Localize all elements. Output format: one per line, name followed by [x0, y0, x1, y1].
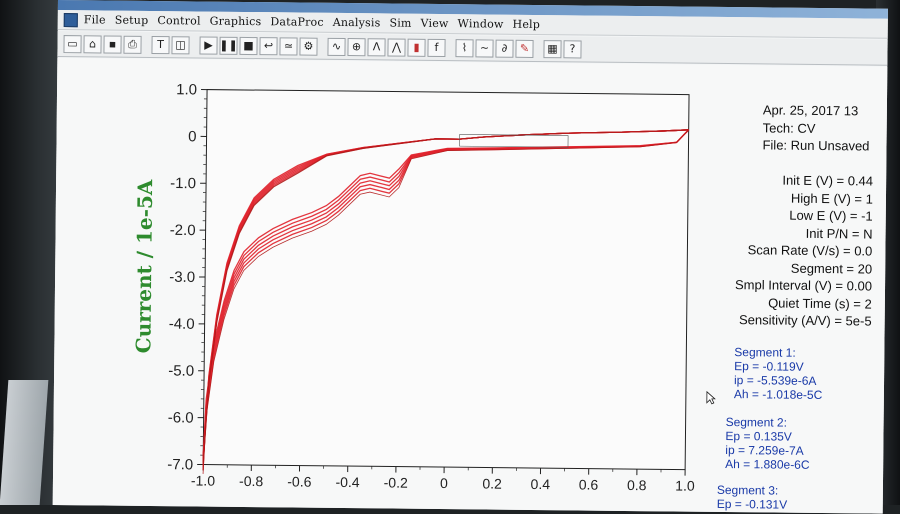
x-tick-label: -1.0 [191, 472, 216, 488]
menu-dataproc[interactable]: DataProc [270, 15, 324, 29]
parameter-list: Init E (V) = 0.44 High E (V) = 1 Low E (… [735, 171, 874, 330]
segment-ah: Ah = -1.018e-5C [734, 387, 823, 402]
y-tick-label: -1.0 [170, 175, 196, 192]
run-icon[interactable]: ▶ [199, 36, 217, 54]
param-init-e: Init E (V) = 0.44 [736, 171, 873, 190]
bezel-reflection [0, 380, 48, 505]
frame-icon[interactable]: ◫ [171, 36, 189, 54]
wave-icon[interactable]: ∼ [475, 39, 493, 57]
x-tick-label: 0.8 [627, 477, 647, 493]
grid-icon[interactable]: ▦ [543, 40, 561, 58]
save-icon[interactable]: ▪ [103, 35, 121, 53]
segment-1-results: Segment 1: Ep = -0.119V ip = -5.539e-6A … [734, 345, 823, 402]
y-tick-label: -3.0 [169, 269, 195, 286]
bar-chart-icon[interactable]: ▮ [407, 38, 425, 56]
x-tick-label: -0.8 [239, 473, 264, 489]
x-tick-label: 0.6 [579, 476, 599, 492]
run-technique: Tech: CV [763, 119, 870, 138]
graph-icon[interactable]: ∿ [327, 37, 345, 55]
segment-ip: ip = 7.259e-7A [725, 443, 810, 458]
mouse-cursor-icon [706, 391, 716, 405]
y-tick-label: 1.0 [176, 81, 197, 98]
cv-chart: 1.00-1.0-2.0-3.0-4.0-5.0-6.0-7.0-1.0-0.8… [53, 58, 758, 512]
stop-icon[interactable]: ■ [239, 36, 257, 54]
run-file: File: Run Unsaved [762, 136, 869, 155]
x-tick-label: 1.0 [675, 477, 695, 493]
segment-ep: Ep = -0.131V [717, 497, 788, 512]
y-tick-label: 0 [188, 128, 197, 145]
x-tick-label: -0.6 [287, 473, 312, 489]
zoom-icon[interactable]: ⊕ [347, 38, 365, 56]
param-high-e: High E (V) = 1 [736, 189, 873, 208]
pause-icon[interactable]: ❚❚ [219, 36, 237, 54]
segment-title: Segment 1: [734, 345, 823, 360]
plot-area: 1.00-1.0-2.0-3.0-4.0-5.0-6.0-7.0-1.0-0.8… [53, 58, 888, 514]
param-scan-rate: Scan Rate (V/s) = 0.0 [735, 241, 872, 260]
x-tick-label: -0.2 [384, 474, 409, 490]
menu-window[interactable]: Window [458, 17, 504, 30]
segment-3-results: Segment 3: Ep = -0.131V [717, 483, 788, 512]
text-icon[interactable]: T [151, 35, 169, 53]
pen-icon[interactable]: ✎ [515, 39, 533, 57]
y-axis-label: Current / 1e-5A [131, 179, 157, 353]
param-segment: Segment = 20 [735, 259, 872, 278]
x-tick-label: 0 [440, 475, 448, 491]
menu-graphics[interactable]: Graphics [210, 15, 262, 29]
new-file-icon[interactable]: ▭ [63, 35, 81, 53]
y-tick-label: -7.0 [167, 456, 193, 473]
menu-analysis[interactable]: Analysis [333, 16, 381, 29]
x-tick-label: 0.4 [531, 476, 551, 492]
segment-ep: Ep = -0.119V [734, 359, 823, 374]
segment-title: Segment 3: [717, 483, 788, 498]
menu-help[interactable]: Help [513, 18, 541, 31]
segment-ip: ip = -5.539e-6A [734, 373, 823, 388]
param-sample-interval: Smpl Interval (V) = 0.00 [735, 276, 872, 295]
reverse-icon[interactable]: ↩ [259, 37, 277, 55]
app-window: File Setup Control Graphics DataProc Ana… [53, 0, 888, 514]
menu-control[interactable]: Control [157, 14, 200, 27]
y-tick-label: -5.0 [168, 362, 194, 379]
menu-file[interactable]: File [84, 13, 106, 26]
app-icon[interactable] [64, 13, 78, 27]
open-file-icon[interactable]: ⌂ [83, 35, 101, 53]
param-low-e: Low E (V) = -1 [736, 206, 873, 225]
settings-icon[interactable]: ⚙ [299, 37, 317, 55]
menu-setup[interactable]: Setup [115, 14, 149, 27]
segment-ah: Ah = 1.880e-6C [725, 457, 810, 472]
y-tick-label: -4.0 [169, 316, 195, 333]
run-header: Apr. 25, 2017 13 Tech: CV File: Run Unsa… [762, 101, 869, 155]
param-sensitivity: Sensitivity (A/V) = 5e-5 [735, 311, 872, 330]
menu-view[interactable]: View [421, 17, 449, 30]
derivative-icon[interactable]: ∂ [495, 39, 513, 57]
x-tick-label: -0.4 [335, 474, 360, 490]
param-init-pn: Init P/N = N [736, 224, 873, 243]
run-date: Apr. 25, 2017 13 [763, 101, 870, 120]
help-icon[interactable]: ? [563, 40, 581, 58]
menu-sim[interactable]: Sim [389, 16, 411, 29]
y-tick-label: -2.0 [170, 222, 196, 239]
peak-icon[interactable]: Λ [367, 38, 385, 56]
x-tick-label: 0.2 [482, 475, 502, 491]
baseline-icon[interactable]: ⌇ [455, 39, 473, 57]
segment-title: Segment 2: [726, 415, 811, 430]
font-icon[interactable]: f [427, 38, 445, 56]
print-icon[interactable]: ⎙ [123, 35, 141, 53]
smooth-icon[interactable]: ≃ [279, 37, 297, 55]
y-tick-label: -6.0 [168, 409, 194, 426]
segment-2-results: Segment 2: Ep = 0.135V ip = 7.259e-7A Ah… [725, 415, 810, 472]
overlay-icon[interactable]: ⋀ [387, 38, 405, 56]
param-quiet-time: Quiet Time (s) = 2 [735, 294, 872, 313]
segment-ep: Ep = 0.135V [725, 429, 810, 444]
